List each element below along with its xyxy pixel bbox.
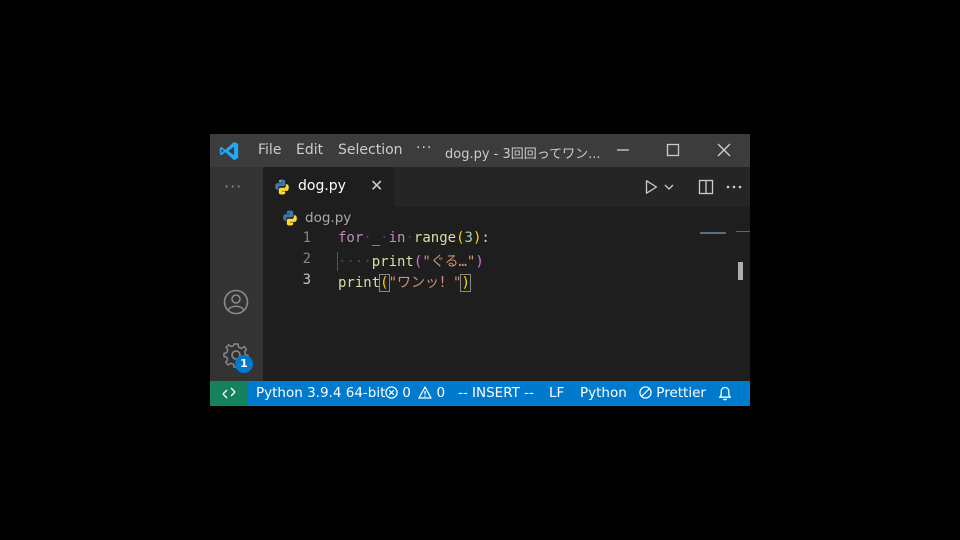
settings-badge: 1 bbox=[235, 355, 253, 373]
code-editor[interactable]: 1 for·_·in·range(3): 2 ····print("ぐる…") … bbox=[263, 230, 750, 381]
minimap[interactable] bbox=[700, 232, 726, 234]
warning-count: 0 bbox=[436, 385, 446, 401]
vscode-window: File Edit Selection ··· dog.py - 3回回ってワン… bbox=[210, 134, 750, 406]
code-line: 3 print("ワンッ！") bbox=[263, 272, 750, 293]
tab-bar: dog.py ✕ bbox=[263, 167, 750, 207]
activity-more[interactable]: ··· bbox=[224, 177, 242, 196]
menu-file[interactable]: File bbox=[258, 142, 281, 158]
split-editor-icon[interactable] bbox=[698, 179, 714, 195]
status-bar: Python 3.9.4 64-bit 0 0 -- INSERT -- LF … bbox=[210, 381, 750, 406]
line-number: 3 bbox=[302, 272, 311, 288]
line-number: 1 bbox=[302, 230, 311, 246]
bell-icon[interactable] bbox=[718, 386, 732, 401]
menu-selection[interactable]: Selection bbox=[338, 142, 403, 158]
code-text: print("ワンッ！") bbox=[338, 274, 471, 292]
problems-indicator[interactable]: 0 0 bbox=[385, 385, 445, 401]
minimize-icon bbox=[617, 149, 629, 151]
code-text: ····print("ぐる…") bbox=[338, 254, 484, 270]
vim-mode[interactable]: -- INSERT -- bbox=[458, 385, 534, 401]
more-actions-icon[interactable] bbox=[725, 179, 743, 195]
prettier-label: Prettier bbox=[656, 385, 706, 401]
close-icon bbox=[717, 143, 731, 157]
error-icon bbox=[385, 386, 398, 399]
title-bar: File Edit Selection ··· dog.py - 3回回ってワン… bbox=[210, 134, 750, 167]
menu-more[interactable]: ··· bbox=[416, 140, 432, 156]
code-line: 2 ····print("ぐる…") bbox=[263, 251, 750, 272]
remote-button[interactable] bbox=[210, 381, 247, 406]
maximize-button[interactable] bbox=[650, 134, 696, 167]
overview-ruler-cursor bbox=[738, 262, 743, 280]
warning-icon bbox=[418, 386, 432, 399]
python-interpreter[interactable]: Python 3.9.4 64-bit bbox=[256, 385, 385, 401]
python-file-icon bbox=[283, 210, 297, 226]
maximize-icon bbox=[666, 143, 680, 157]
tab-label: dog.py bbox=[298, 178, 346, 194]
chevron-down-icon[interactable] bbox=[663, 182, 675, 192]
tab-dog-py[interactable]: dog.py ✕ bbox=[263, 167, 394, 207]
language-mode[interactable]: Python bbox=[580, 385, 627, 401]
close-tab-icon[interactable]: ✕ bbox=[370, 176, 383, 195]
menu-edit[interactable]: Edit bbox=[296, 142, 323, 158]
remote-icon bbox=[222, 387, 236, 399]
code-line: 1 for·_·in·range(3): bbox=[263, 230, 750, 251]
account-icon[interactable] bbox=[223, 289, 249, 315]
end-of-line[interactable]: LF bbox=[549, 385, 564, 401]
prettier-icon bbox=[639, 386, 652, 399]
vscode-logo-icon bbox=[219, 141, 239, 161]
window-title: dog.py - 3回回ってワン... bbox=[445, 147, 601, 162]
minimize-button[interactable] bbox=[600, 134, 646, 167]
close-window-button[interactable] bbox=[701, 134, 747, 167]
python-file-icon bbox=[275, 179, 289, 195]
activity-bar: ··· 1 bbox=[210, 167, 263, 381]
prettier-status[interactable]: Prettier bbox=[639, 385, 706, 401]
run-icon[interactable] bbox=[643, 179, 659, 195]
line-number: 2 bbox=[302, 251, 311, 267]
code-text: for·_·in·range(3): bbox=[338, 230, 490, 246]
breadcrumb-file: dog.py bbox=[305, 210, 352, 226]
error-count: 0 bbox=[402, 385, 411, 401]
scrollbar-indicator bbox=[736, 231, 750, 232]
